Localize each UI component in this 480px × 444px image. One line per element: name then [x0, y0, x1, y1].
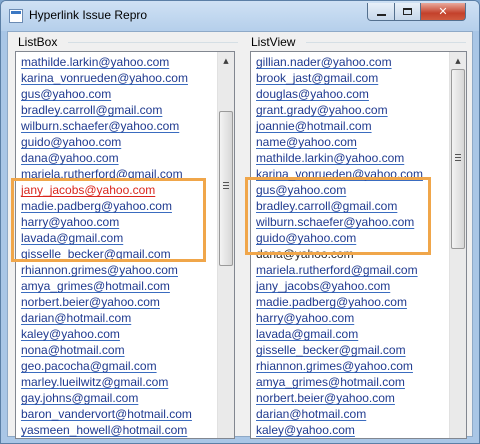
listbox-scroll-thumb[interactable] [219, 111, 233, 266]
list-item-link[interactable]: mariela.rutherford@gmail.com [256, 263, 423, 279]
list-item-link[interactable]: bradley.carroll@gmail.com [21, 103, 192, 119]
list-item-link[interactable]: gisselle_becker@gmail.com [256, 343, 423, 359]
scroll-up-arrow-icon[interactable]: ▲ [450, 52, 466, 69]
maximize-icon [403, 8, 412, 15]
app-window: Hyperlink Issue Repro ✕ ListBox mathilde… [0, 0, 480, 444]
list-item-link[interactable]: nona@hotmail.com [21, 343, 192, 359]
list-item-link[interactable]: jany_jacobs@yahoo.com [256, 279, 423, 295]
list-item-link[interactable]: mathilde.larkin@yahoo.com [256, 151, 423, 167]
title-bar[interactable]: Hyperlink Issue Repro ✕ [1, 1, 479, 31]
list-item-link[interactable]: norbert.beier@yahoo.com [21, 295, 192, 311]
listbox-group-line [68, 42, 238, 43]
list-item-link[interactable]: madie.padberg@yahoo.com [256, 295, 423, 311]
window-title: Hyperlink Issue Repro [29, 8, 148, 22]
listbox-scrollbar[interactable]: ▲ [217, 52, 234, 438]
list-item-link[interactable]: harry@yahoo.com [256, 311, 423, 327]
listbox-highlight-box [11, 178, 206, 262]
list-item-link[interactable]: amya_grimes@hotmail.com [256, 375, 423, 391]
list-item-link[interactable]: darian@hotmail.com [21, 311, 192, 327]
listview-scroll-thumb[interactable] [451, 69, 465, 249]
list-item-link[interactable]: norbert.beier@yahoo.com [256, 391, 423, 407]
list-item-link[interactable]: rhiannon.grimes@yahoo.com [21, 263, 192, 279]
list-item-link[interactable]: mathilde.larkin@yahoo.com [21, 55, 192, 71]
list-item-link[interactable]: amya_grimes@hotmail.com [21, 279, 192, 295]
list-item-link[interactable]: gillian.nader@yahoo.com [256, 55, 423, 71]
scroll-up-arrow-icon[interactable]: ▲ [218, 52, 234, 69]
close-icon: ✕ [438, 5, 448, 18]
list-item-link[interactable]: karina_vonrueden@yahoo.com [21, 71, 192, 87]
list-item-link[interactable]: douglas@yahoo.com [256, 87, 423, 103]
listview-highlight-box [245, 177, 431, 255]
list-item-link[interactable]: dana@yahoo.com [21, 151, 192, 167]
minimize-icon [376, 13, 386, 16]
window-app-icon [9, 9, 23, 23]
list-item-link[interactable]: rhiannon.grimes@yahoo.com [256, 359, 423, 375]
list-item-link[interactable]: geo.pacocha@gmail.com [21, 359, 192, 375]
list-item-link[interactable]: marley.lueilwitz@gmail.com [21, 375, 192, 391]
list-item-link[interactable]: grant.grady@yahoo.com [256, 103, 423, 119]
list-item-link[interactable]: gus@yahoo.com [21, 87, 192, 103]
list-item-link[interactable]: kaley@yahoo.com [256, 423, 423, 438]
list-item-link[interactable]: joannie@hotmail.com [256, 119, 423, 135]
listview-group-line [306, 42, 466, 43]
list-item-link[interactable]: wilburn.schaefer@yahoo.com [21, 119, 192, 135]
list-item-link[interactable]: gay.johns@gmail.com [21, 391, 192, 407]
list-item-link[interactable]: baron_vandervort@hotmail.com [21, 407, 192, 423]
listview-label: ListView [251, 35, 296, 49]
list-item-link[interactable]: brook_jast@gmail.com [256, 71, 423, 87]
list-item-link[interactable]: yasmeen_howell@hotmail.com [21, 423, 192, 438]
list-item-link[interactable]: lavada@gmail.com [256, 327, 423, 343]
list-item-link[interactable]: darian@hotmail.com [256, 407, 423, 423]
maximize-button[interactable] [394, 3, 421, 21]
list-item-link[interactable]: guido@yahoo.com [21, 135, 192, 151]
listbox-label: ListBox [18, 35, 58, 49]
list-item-link[interactable]: kaley@yahoo.com [21, 327, 192, 343]
close-button[interactable]: ✕ [420, 3, 466, 21]
listview-scrollbar[interactable]: ▲ [449, 52, 466, 438]
minimize-button[interactable] [367, 3, 395, 21]
list-item-link[interactable]: name@yahoo.com [256, 135, 423, 151]
